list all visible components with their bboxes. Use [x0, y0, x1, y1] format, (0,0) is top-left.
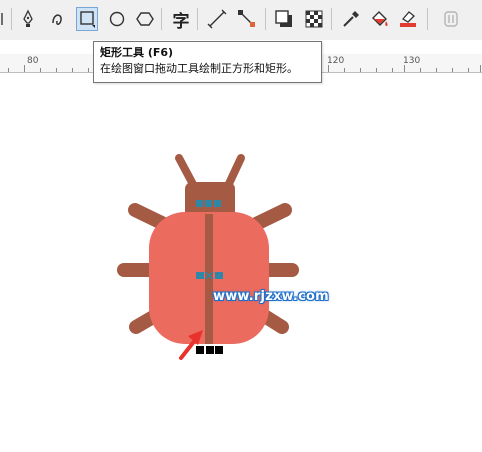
tooltip-description: 在绘图窗口拖动工具绘制正方形和矩形。	[100, 62, 298, 75]
rectangle-tool-tooltip: 矩形工具 (F6) 在绘图窗口拖动工具绘制正方形和矩形。	[93, 41, 322, 83]
wing-split-line	[205, 214, 213, 344]
selection-handles[interactable]	[196, 346, 223, 354]
eye-markers	[196, 200, 221, 207]
tooltip-title: 矩形工具 (F6)	[100, 46, 174, 59]
watermark-text: www.rjzxw.com	[213, 289, 329, 304]
